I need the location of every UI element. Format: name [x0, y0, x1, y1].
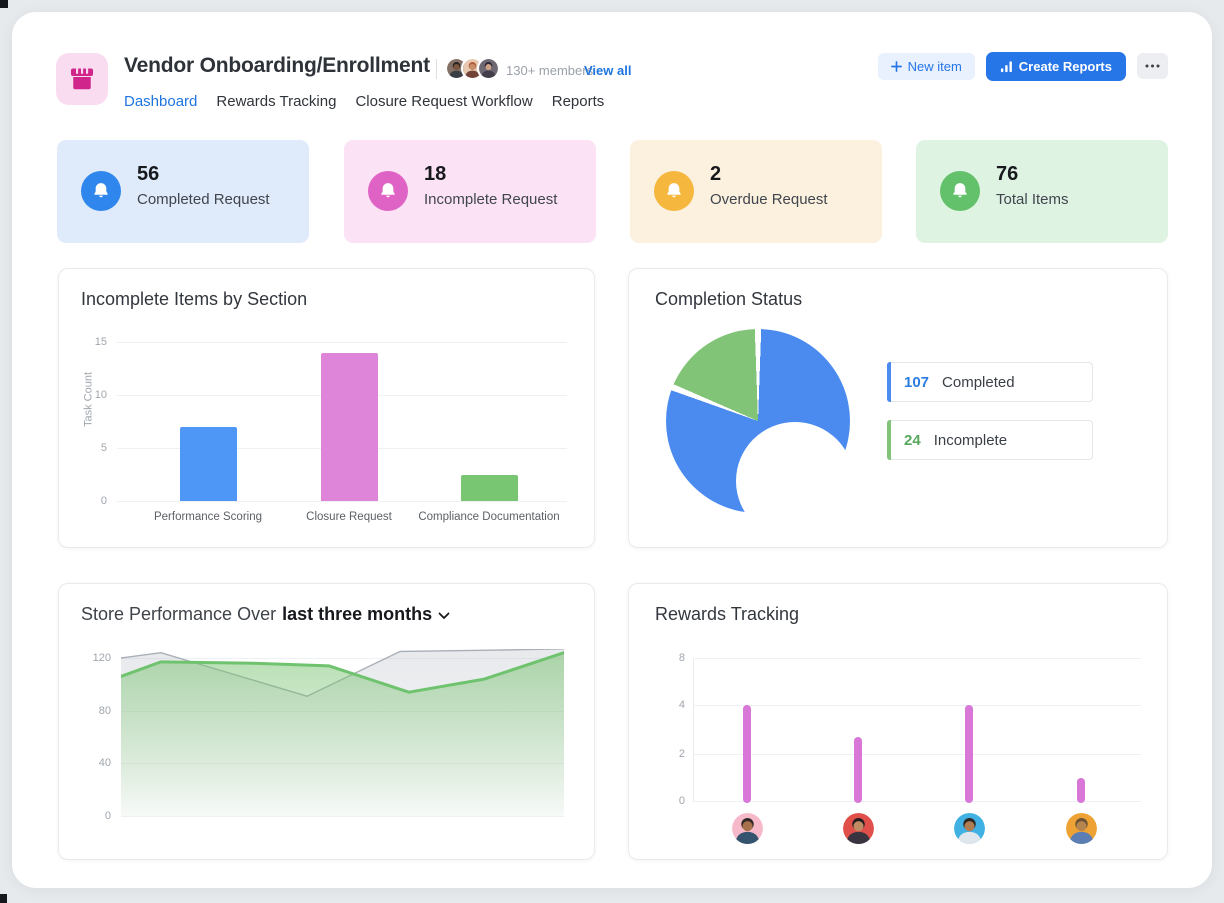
stat-label: Total Items: [996, 191, 1069, 208]
legend-color-bar: [887, 420, 891, 460]
bar: [1077, 777, 1085, 803]
legend-value: 24: [904, 431, 921, 449]
bar-chart-icon: [1000, 60, 1012, 72]
store-performance-card: Store Performance Over last three months …: [58, 583, 595, 860]
legend-completed: 107 Completed: [887, 362, 1093, 402]
bar: [854, 736, 862, 803]
donut-chart: [666, 329, 854, 540]
y-tick: 8: [678, 652, 685, 664]
legend-label: Incomplete: [933, 431, 1008, 449]
stat-label: Completed Request: [137, 191, 270, 208]
board-tabs: Dashboard Rewards Tracking Closure Reque…: [124, 93, 604, 110]
gridline: [117, 342, 567, 343]
x-category-label: Compliance Documentation: [418, 511, 560, 523]
ellipsis-icon: [1145, 64, 1160, 68]
tab-dashboard[interactable]: Dashboard: [124, 93, 197, 110]
y-tick: 15: [94, 336, 107, 348]
gridline: [121, 816, 564, 817]
y-tick: 40: [98, 757, 111, 770]
y-tick: 10: [94, 389, 107, 401]
completion-status-card: Completion Status 107 Completed 24 Incom…: [628, 268, 1168, 548]
chart-title-text: Store Performance Over: [81, 604, 277, 624]
bell-icon: [940, 171, 980, 211]
create-reports-button[interactable]: Create Reports: [985, 51, 1126, 81]
bell-icon: [654, 171, 694, 211]
y-tick: 5: [100, 442, 107, 454]
person-avatar: [953, 813, 985, 844]
view-all-link[interactable]: View all: [584, 63, 631, 78]
stat-card-completed: 56 Completed Request: [57, 140, 309, 243]
page-title: Vendor Onboarding/Enrollment: [124, 54, 430, 77]
y-tick: 0: [100, 495, 107, 507]
bar: [743, 705, 751, 803]
chart-title: Incomplete Items by Section: [81, 289, 308, 309]
legend-value: 107: [904, 373, 930, 391]
y-axis-line: [693, 658, 694, 801]
person-avatar: [842, 813, 874, 844]
stat-label: Overdue Request: [710, 191, 828, 208]
screen-corner-artifact: [0, 894, 7, 903]
stat-label: Incomplete Request: [424, 191, 558, 208]
bar: [460, 474, 518, 501]
chart-title: Store Performance Over last three months: [81, 604, 450, 625]
member-avatar: [477, 57, 500, 80]
x-category-label: Closure Request: [306, 511, 392, 523]
tab-rewards-tracking[interactable]: Rewards Tracking: [216, 93, 336, 110]
chevron-down-icon[interactable]: [438, 604, 450, 625]
y-tick: 4: [678, 699, 685, 711]
store-icon: [56, 53, 108, 105]
y-tick: 2: [678, 748, 685, 760]
y-tick: 120: [92, 652, 111, 664]
chart-title: Rewards Tracking: [655, 604, 800, 624]
tab-closure-request-workflow[interactable]: Closure Request Workflow: [355, 93, 532, 110]
header-actions: New item Create Reports: [877, 50, 1168, 82]
dashboard-window: Vendor Onboarding/Enrollment 130+ member…: [12, 12, 1212, 888]
person-avatar: [731, 813, 763, 844]
incomplete-items-chart-card: Incomplete Items by Section Task Count 1…: [58, 268, 595, 548]
gridline: [117, 501, 567, 502]
x-category-label: Performance Scoring: [153, 511, 263, 523]
legend-color-bar: [887, 362, 891, 402]
screen-corner-artifact: [0, 0, 8, 8]
area-chart-svg: [121, 649, 564, 816]
bar: [965, 705, 973, 803]
gridline: [693, 801, 1141, 802]
gridline: [693, 754, 1141, 755]
bell-icon: [368, 171, 408, 211]
gridline: [693, 658, 1141, 659]
stat-card-incomplete: 18 Incomplete Request: [344, 140, 596, 243]
donut-hole: [736, 422, 854, 540]
legend-incomplete: 24 Incomplete: [887, 420, 1093, 460]
stat-card-overdue: 2 Overdue Request: [630, 140, 882, 243]
bar: [179, 426, 237, 501]
person-avatar: [1065, 813, 1097, 844]
plus-icon: [890, 60, 902, 72]
stat-card-total: 76 Total Items: [916, 140, 1168, 243]
y-tick: 80: [98, 704, 111, 717]
stat-value: 2: [710, 163, 722, 185]
chart-title: Completion Status: [655, 289, 803, 309]
member-avatars[interactable]: [445, 57, 500, 80]
period-selector[interactable]: last three months: [282, 604, 432, 624]
gridline: [693, 705, 1141, 706]
legend-label: Completed: [942, 373, 1015, 391]
stat-value: 56: [137, 163, 160, 185]
rewards-tracking-card: Rewards Tracking 8 4 2 0: [628, 583, 1168, 860]
y-tick: 0: [104, 810, 111, 822]
stat-value: 18: [424, 163, 447, 185]
header-divider: [436, 59, 437, 79]
y-tick: 0: [678, 795, 685, 807]
members-count: 130+ members: [506, 63, 594, 78]
new-item-button[interactable]: New item: [877, 52, 975, 80]
bar: [320, 352, 378, 501]
bell-icon: [81, 171, 121, 211]
stat-value: 76: [996, 163, 1019, 185]
more-options-button[interactable]: [1137, 53, 1168, 79]
tab-reports[interactable]: Reports: [552, 93, 605, 110]
